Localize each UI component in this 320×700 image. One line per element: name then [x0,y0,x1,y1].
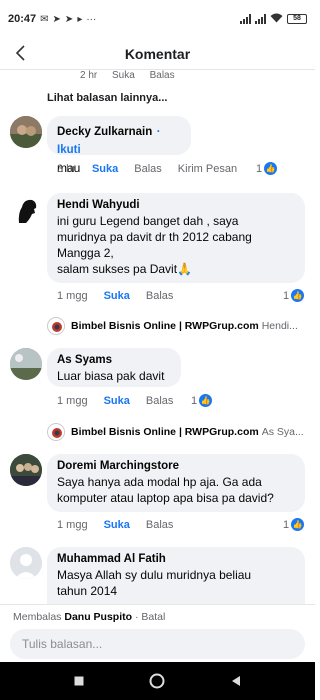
commenter-name[interactable]: Doremi Marchingstore [57,460,295,472]
triangle-back-icon [231,676,240,686]
page-reply-snippet: As Sya... [261,426,304,438]
more-replies-link[interactable]: Lihat balasan lainnya... [47,92,167,104]
page-avatar [47,423,65,441]
comment-text-line: salam sukses pa Davit🙏 [57,262,192,276]
like-count-value: 1 [256,162,263,175]
comment-bubble: Doremi Marchingstore Saya hanya ada moda… [47,454,305,512]
comment-actions: 1 mgg Suka Balas [57,290,189,302]
comment-text-line: Masya Allah sy dulu muridnya beliau [57,568,252,582]
thumbs-up-icon: 👍 [264,162,278,175]
back-nav-button[interactable] [226,671,246,691]
page-title: Komentar [124,45,191,62]
circle-icon [149,673,165,689]
signal-icon-2 [255,14,266,24]
like-count-value: 1 [283,518,290,531]
comment-text-line: tahun 2014 [57,584,118,598]
comment-text-line: komputer atau laptop apa bisa pa david? [57,491,274,505]
comment-text-line: Mangga 2, [57,246,114,260]
system-nav-bar [0,662,315,700]
partial-time: 2 hr [80,70,98,81]
wifi-icon [270,13,283,26]
partial-actions: 2 hr Suka Balas [80,70,187,81]
status-bar: 20:47 ✉ ➤ ➤ ▸ ··· 58 [0,0,315,38]
square-icon [74,676,84,686]
commenter-name[interactable]: As Syams [57,354,171,366]
reply-button[interactable]: Balas [146,395,174,407]
reply-button[interactable]: Balas [146,519,174,531]
reply-prefix: Membalas [13,611,62,623]
home-button[interactable] [147,671,167,691]
like-count: 1 👍 [256,162,278,175]
commenter-name[interactable]: Muhammad Al Fatih [57,553,295,565]
comment-bubble: Muhammad Al Fatih Masya Allah sy dulu mu… [47,547,305,604]
messenger-icon: ✉ [40,13,49,25]
comment-text: Luar biasa pak davit [57,369,165,383]
status-right: 58 [240,13,307,26]
like-button[interactable]: Suka [104,395,130,407]
reply-button[interactable]: Balas [134,163,162,175]
reply-context: Membalas Danu Puspito · Batal [13,611,165,623]
cancel-reply-button[interactable]: · Batal [135,611,165,623]
thumbs-up-icon: 👍 [199,394,213,407]
battery-icon: 58 [287,14,307,24]
comment-time: 1 mgg [57,519,88,531]
reply-target: Danu Puspito [64,611,133,623]
page-name: Bimbel Bisnis Online | RWPGrup.com [71,426,259,438]
page-name: Bimbel Bisnis Online | RWPGrup.com [71,320,259,332]
back-arrow-icon [15,45,25,61]
back-button[interactable] [14,42,34,66]
avatar[interactable] [10,454,42,486]
reply-input[interactable] [10,629,305,659]
commenter-name[interactable]: Hendi Wahyudi [57,199,295,211]
comment-time: 1 mgg [57,395,88,407]
comment-text-line: ini guru Legend banget dah , saya [57,214,239,228]
avatar[interactable] [10,193,42,225]
thumbs-up-icon: 👍 [291,289,305,302]
page-reply-snippet: Hendi... [261,320,298,332]
notification-icons: ✉ ➤ ➤ ▸ ··· [40,14,96,25]
partial-reply[interactable]: Balas [150,70,175,81]
app-header: Komentar [0,38,315,70]
comment-actions: 1 mgg Suka Balas [57,395,189,407]
page-reply-preview[interactable]: Bimbel Bisnis Online | RWPGrup.com Hendi… [47,317,298,335]
comment-bubble: As Syams Luar biasa pak davit [47,348,181,387]
send-message-button[interactable]: Kirim Pesan [178,163,237,175]
like-count: 1 👍 [283,518,305,531]
avatar[interactable] [10,348,42,380]
comment-text-line: muridnya pa davit dr th 2012 cabang [57,230,252,244]
like-count-value: 1 [191,394,198,407]
comment-time: 1 mgg [57,290,88,302]
like-button[interactable]: Suka [104,519,130,531]
default-avatar[interactable] [10,547,42,579]
thumbs-up-icon: 👍 [291,518,305,531]
commenter-name[interactable]: Decky Zulkarnain [57,126,152,138]
play-icon: ▸ [77,13,83,25]
telegram-icon: ➤ [52,13,61,25]
comment-actions: 1 mgg Suka Balas [57,519,189,531]
comments-list[interactable]: 2 hr Suka Balas Lihat balasan lainnya...… [0,70,315,604]
page-reply-preview[interactable]: Bimbel Bisnis Online | RWPGrup.com As Sy… [47,423,304,441]
comment-text-line: Saya hanya ada modal hp aja. Ga ada [57,475,262,489]
recent-apps-button[interactable] [69,671,89,691]
status-left: 20:47 ✉ ➤ ➤ ▸ ··· [8,13,96,25]
reply-bar: Membalas Danu Puspito · Batal [0,604,315,662]
status-time: 20:47 [8,13,37,25]
like-button[interactable]: Suka [92,163,118,175]
like-count: 1 👍 [191,394,213,407]
more-dots-icon: ··· [86,13,97,25]
like-count-value: 1 [283,289,290,302]
reply-button[interactable]: Balas [146,290,174,302]
page-avatar [47,317,65,335]
comment-time: 3 hr [57,163,76,175]
avatar[interactable] [10,116,42,148]
comment-bubble: Decky Zulkarnain · Ikuti mau [47,116,191,175]
like-count: 1 👍 [283,289,305,302]
signal-icon [240,14,251,24]
telegram-icon-2: ➤ [64,13,74,25]
comment-actions: 3 hr Suka Balas Kirim Pesan [57,163,253,175]
like-button[interactable]: Suka [104,290,130,302]
partial-like[interactable]: Suka [112,70,135,81]
comment-bubble: Hendi Wahyudi ini guru Legend banget dah… [47,193,305,283]
